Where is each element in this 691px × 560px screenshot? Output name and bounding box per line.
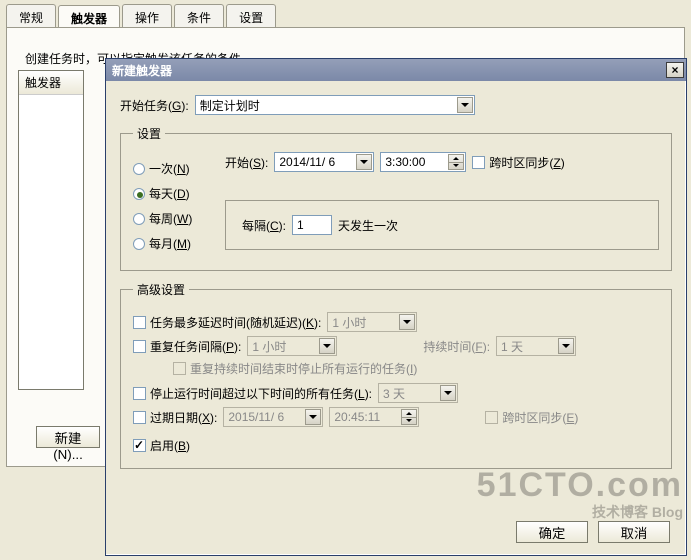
start-time-picker[interactable]: 3:30:00 [380, 152, 466, 172]
radio-monthly[interactable]: 每月(M) [133, 235, 205, 252]
expire-time-value: 20:45:11 [334, 410, 380, 424]
delay-checkbox[interactable]: 任务最多延迟时间(随机延迟)(K): [133, 314, 321, 331]
repeat-checkbox[interactable]: 重复任务间隔(P): [133, 338, 241, 355]
chevron-down-icon[interactable] [457, 97, 473, 113]
chevron-down-icon [399, 314, 415, 330]
enable-checkbox[interactable]: 启用(B) [133, 437, 190, 454]
begin-task-value: 制定计划时 [200, 97, 260, 114]
delay-value: 1 小时 [332, 314, 366, 331]
stop-after-select: 3 天 [378, 383, 458, 403]
spinner-icon[interactable] [448, 154, 464, 170]
chevron-down-icon [305, 409, 321, 425]
dialog-title: 新建触发器 [112, 62, 172, 79]
advanced-legend: 高级设置 [133, 281, 189, 298]
begin-task-select[interactable]: 制定计划时 [195, 95, 475, 115]
expire-date-value: 2015/11/ 6 [228, 410, 284, 424]
sync-tz2-checkbox: 跨时区同步(E) [485, 409, 578, 426]
radio-once[interactable]: 一次(N) [133, 160, 205, 177]
interval-value: 1 [297, 218, 304, 232]
radio-weekly[interactable]: 每周(W) [133, 210, 205, 227]
start-date-picker[interactable]: 2014/11/ 6 [274, 152, 374, 172]
interval-input[interactable]: 1 [292, 215, 332, 235]
triggers-list[interactable]: 触发器 [18, 70, 84, 390]
settings-legend: 设置 [133, 125, 165, 142]
new-trigger-dialog: 新建触发器 × 开始任务(G): 制定计划时 设置 一次(N) 每天(D) 每周… [105, 58, 687, 556]
expire-time-picker: 20:45:11 [329, 407, 419, 427]
duration-value: 1 天 [501, 338, 523, 355]
stop-after-value: 3 天 [383, 385, 405, 402]
chevron-down-icon[interactable] [356, 154, 372, 170]
expire-checkbox[interactable]: 过期日期(X): [133, 409, 217, 426]
stop-after-checkbox[interactable]: 停止运行时间超过以下时间的所有任务(L): [133, 385, 372, 402]
spinner-icon [401, 409, 417, 425]
interval-box: 每隔(C): 1 天发生一次 [225, 200, 659, 250]
stop-all-checkbox: 重复持续时间结束时停止所有运行的任务(I) [173, 360, 417, 377]
chevron-down-icon [558, 338, 574, 354]
start-date-value: 2014/11/ 6 [279, 155, 335, 169]
close-icon[interactable]: × [666, 62, 684, 78]
chevron-down-icon [319, 338, 335, 354]
repeat-select: 1 小时 [247, 336, 337, 356]
dialog-footer: 确定 取消 [106, 511, 686, 555]
radio-daily[interactable]: 每天(D) [133, 185, 205, 202]
titlebar: 新建触发器 × [106, 59, 686, 81]
expire-date-picker: 2015/11/ 6 [223, 407, 323, 427]
begin-task-label: 开始任务(G): [120, 97, 189, 114]
start-label: 开始(S): [225, 154, 268, 171]
chevron-down-icon [440, 385, 456, 401]
advanced-group: 高级设置 任务最多延迟时间(随机延迟)(K): 1 小时 重复任务间隔(P): … [120, 281, 672, 469]
sync-tz-checkbox[interactable]: 跨时区同步(Z) [472, 154, 564, 171]
duration-label: 持续时间(F): [423, 338, 490, 355]
interval-suffix: 天发生一次 [338, 217, 398, 234]
start-time-value: 3:30:00 [385, 155, 425, 169]
settings-group: 设置 一次(N) 每天(D) 每周(W) 每月(M) 开始(S): 2014/1… [120, 125, 672, 271]
cancel-button[interactable]: 取消 [598, 521, 670, 543]
new-trigger-button[interactable]: 新建(N)... [36, 426, 100, 448]
ok-button[interactable]: 确定 [516, 521, 588, 543]
delay-select: 1 小时 [327, 312, 417, 332]
interval-label: 每隔(C): [242, 217, 286, 234]
duration-select: 1 天 [496, 336, 576, 356]
frequency-radios: 一次(N) 每天(D) 每周(W) 每月(M) [133, 152, 205, 260]
repeat-value: 1 小时 [252, 338, 286, 355]
triggers-list-header: 触发器 [19, 71, 83, 95]
